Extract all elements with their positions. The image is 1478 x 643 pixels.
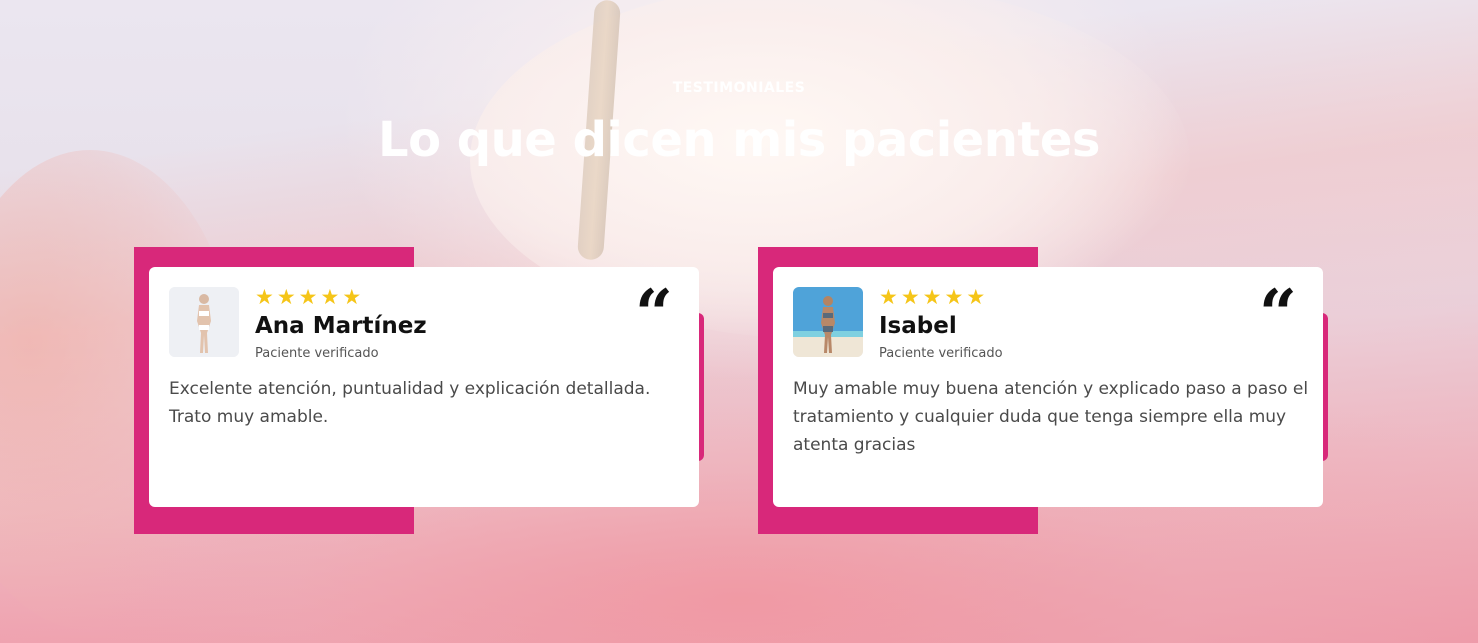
star-icon: ★ xyxy=(900,285,920,309)
star-icon: ★ xyxy=(879,285,898,309)
section-title: Lo que dicen mis pacientes xyxy=(378,112,1100,168)
testimonial-text: Excelente atención, puntualidad y explic… xyxy=(169,379,651,427)
star-icon: ★ xyxy=(298,285,318,309)
rating-stars: ★ ★ ★ ★ ★ xyxy=(255,285,362,309)
star-icon: ★ xyxy=(944,285,964,309)
avatar xyxy=(169,287,239,357)
quote-icon: “ xyxy=(635,275,673,353)
star-icon: ★ xyxy=(276,285,296,309)
star-icon: ★ xyxy=(922,285,942,309)
star-icon: ★ xyxy=(966,285,986,309)
reviewer-role: Paciente verificado xyxy=(255,346,379,361)
reviewer-name: Isabel xyxy=(879,313,957,339)
section-tag: TESTIMONIALES xyxy=(672,80,806,96)
rating-stars: ★ ★ ★ ★ ★ xyxy=(879,285,986,309)
star-icon: ★ xyxy=(342,285,362,309)
quote-icon: “ xyxy=(1259,275,1297,353)
star-icon: ★ xyxy=(255,285,274,309)
testimonial-card: ★ ★ ★ ★ ★ Ana Martínez Paciente verifica… xyxy=(149,267,699,507)
avatar xyxy=(793,287,863,357)
reviewer-role: Paciente verificado xyxy=(879,346,1003,361)
testimonial-text: Muy amable muy buena atención y explicad… xyxy=(793,379,1309,455)
reviewer-name: Ana Martínez xyxy=(255,313,427,339)
star-icon: ★ xyxy=(320,285,340,309)
testimonial-card: ★ ★ ★ ★ ★ Isabel Paciente verificado “ M… xyxy=(773,267,1323,507)
